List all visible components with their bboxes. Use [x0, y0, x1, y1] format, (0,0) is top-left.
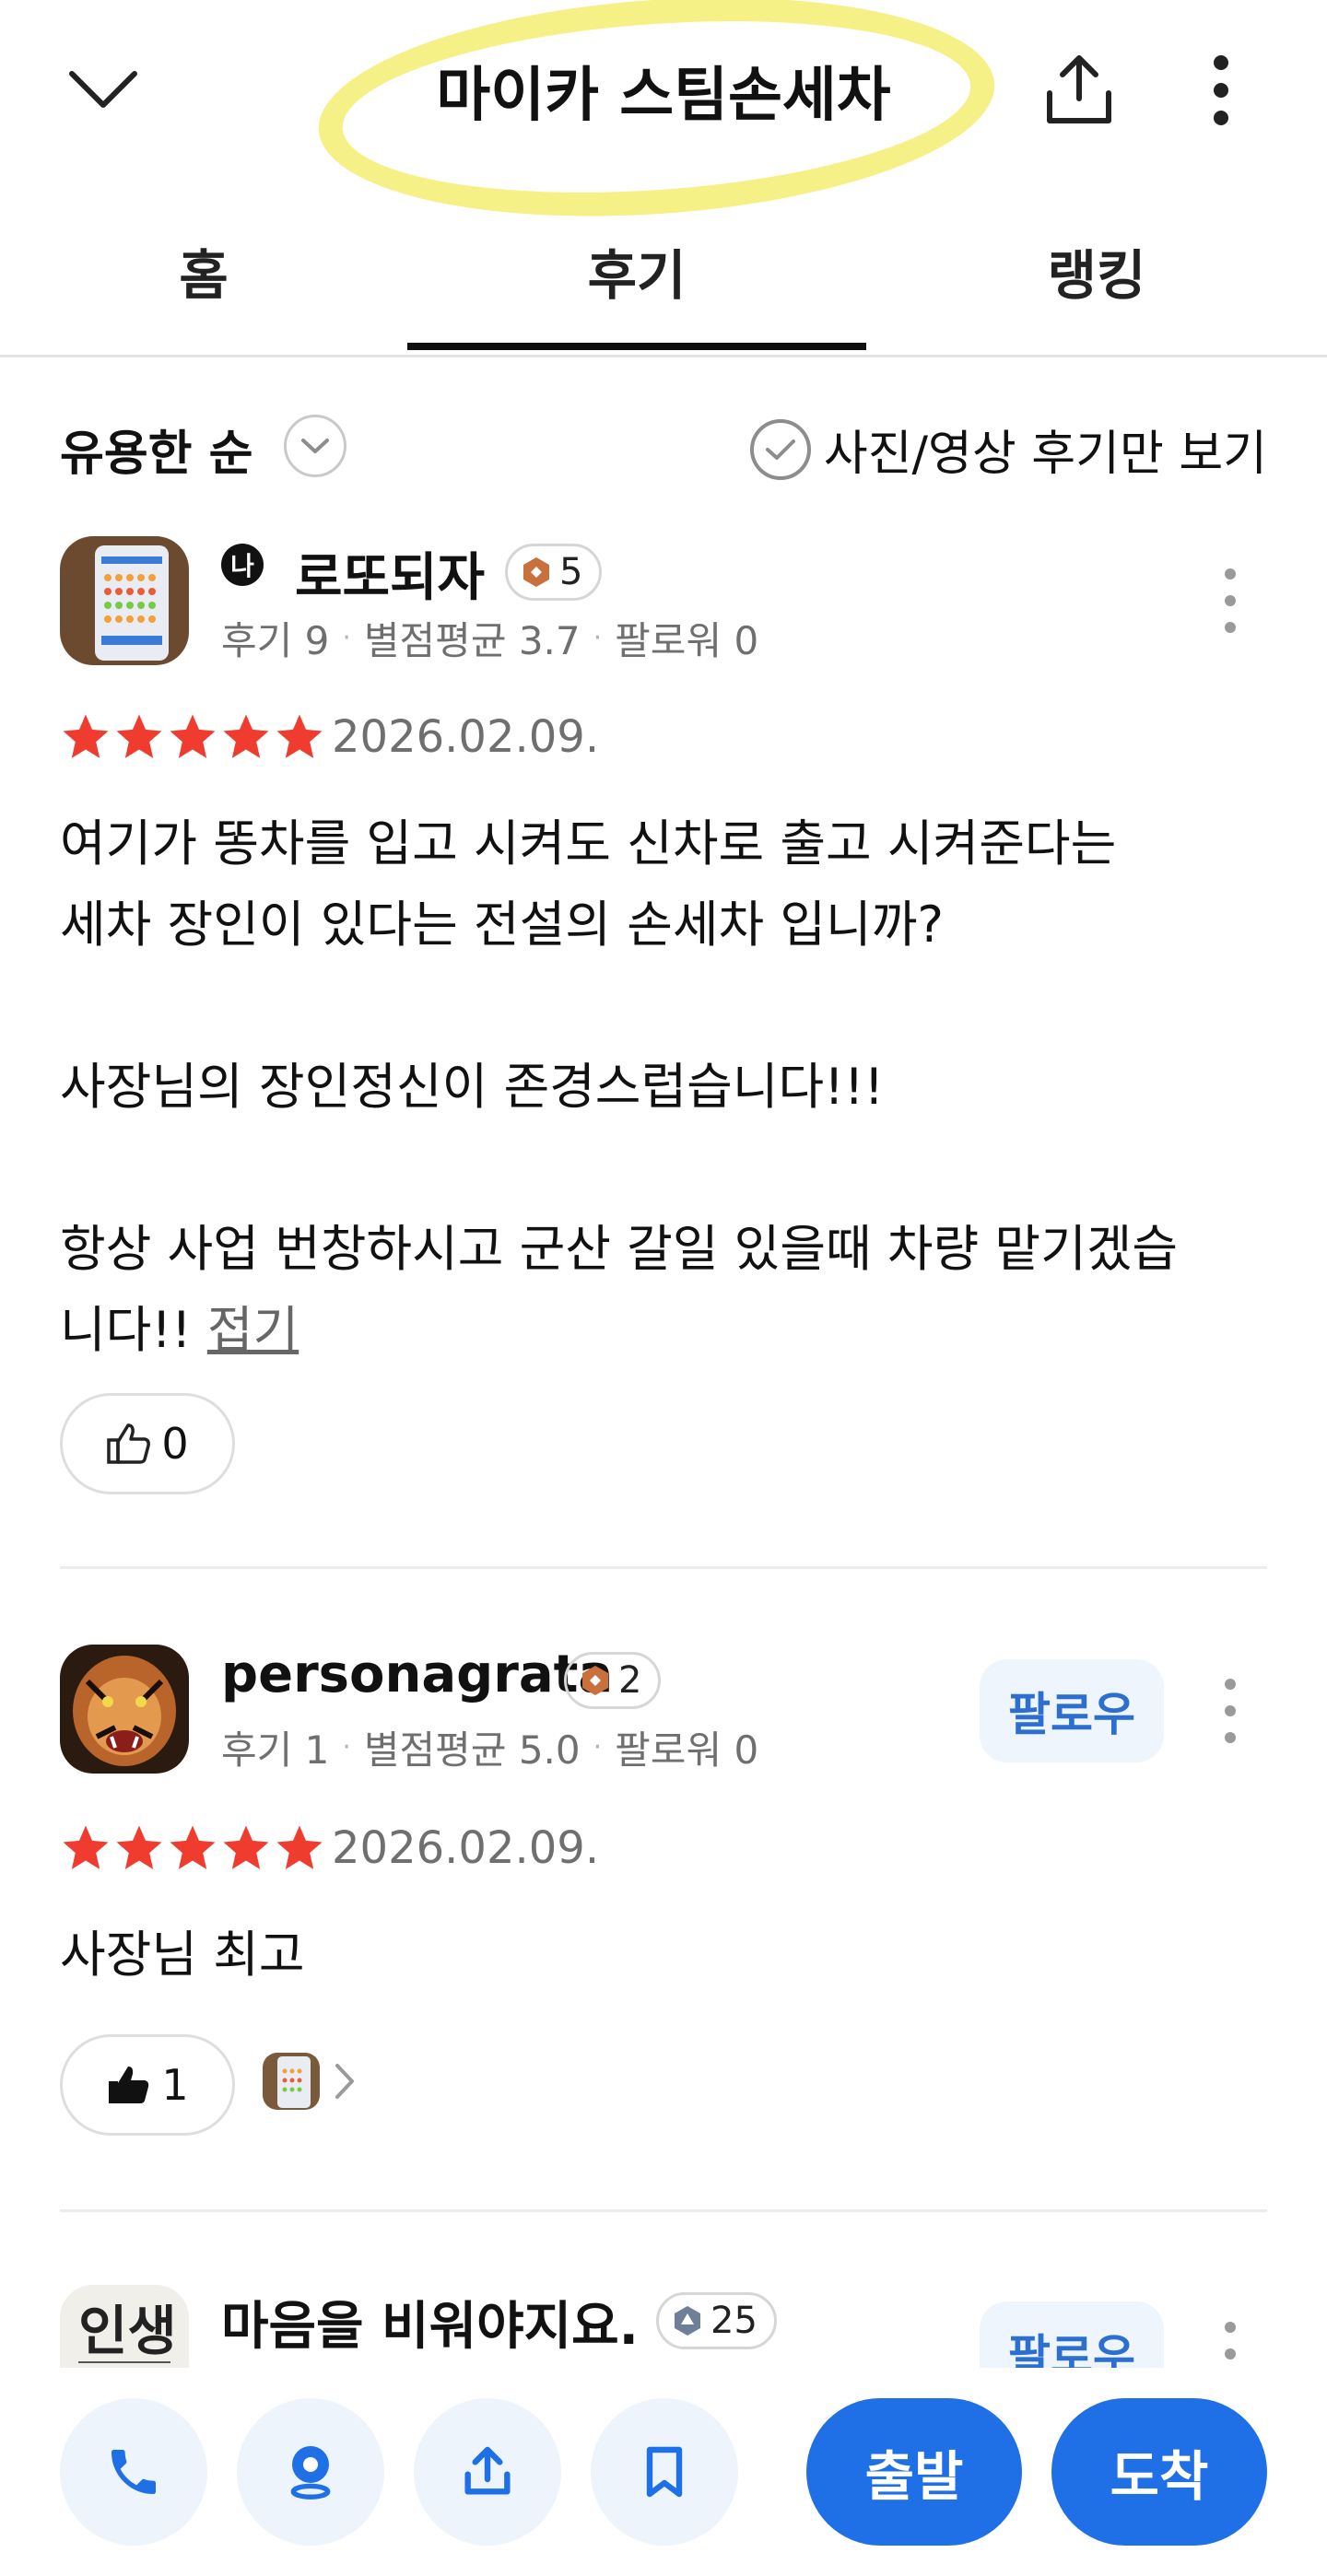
depart-button[interactable]: 출발	[806, 2398, 1022, 2546]
follow-button[interactable]: 팔로우	[980, 2301, 1164, 2368]
review-count: 후기 1	[221, 1727, 330, 1773]
review-text: 사장님 최고	[60, 1926, 305, 1984]
like-button[interactable]: 0	[60, 1393, 235, 1494]
reviewer-name[interactable]: 로또되자	[295, 536, 485, 611]
follow-button[interactable]: 팔로우	[980, 1659, 1164, 1762]
star-icon	[170, 1825, 216, 1869]
tab-ranking[interactable]: 랭킹	[866, 212, 1327, 355]
thumbs-up-outline-icon	[107, 1423, 151, 1464]
level-badge: 2	[564, 1652, 662, 1709]
review-date: 2026.02.09.	[332, 1822, 600, 1874]
star-icon	[116, 1825, 162, 1869]
hexagon-level-icon	[523, 557, 549, 587]
star-icon	[63, 714, 109, 758]
reviewer-name[interactable]: personagrata	[221, 1645, 613, 1704]
follower-count: 팔로워 0	[615, 1727, 759, 1773]
star-icon	[223, 714, 269, 758]
svg-text:인생: 인생	[78, 2300, 177, 2362]
rating-average: 별점평균 5.0	[363, 1727, 581, 1773]
sort-dropdown-icon[interactable]	[284, 415, 346, 477]
like-button[interactable]: 1	[60, 2034, 235, 2136]
page-title: 마이카 스팀손세차	[436, 62, 891, 130]
like-count: 1	[161, 2060, 189, 2110]
review-more-icon[interactable]	[1221, 568, 1239, 633]
rating-average: 별점평균 3.7	[363, 618, 581, 663]
review-more-icon[interactable]	[1221, 2322, 1239, 2368]
review-body: 여기가 똥차를 입고 시켜도 신차로 출고 시켜준다는 세차 장인이 있다는 전…	[60, 814, 1179, 1359]
sort-label[interactable]: 유용한 순	[60, 415, 252, 484]
divider	[60, 2209, 1267, 2212]
star-icon	[63, 1825, 109, 1869]
bookmark-icon	[646, 2446, 683, 2498]
review-more-icon[interactable]	[1221, 1679, 1239, 1743]
reviewer-name[interactable]: 마음을 비워야지요.	[221, 2285, 639, 2359]
more-vertical-icon[interactable]	[1203, 51, 1239, 130]
arrive-button[interactable]: 도착	[1051, 2398, 1267, 2546]
me-icon: 나	[221, 544, 264, 586]
tab-home[interactable]: 홈	[0, 212, 407, 355]
review-partial: 인생 마음을 비워야지요. 25 팔로우	[0, 2276, 1327, 2368]
check-circle-icon[interactable]	[749, 418, 811, 480]
photo-filter-toggle[interactable]: 사진/영상 후기만 보기	[749, 415, 1267, 484]
header: 마이카 스팀손세차	[0, 0, 1327, 238]
active-tab-indicator	[407, 343, 866, 350]
review-date: 2026.02.09.	[332, 711, 600, 763]
roadview-icon	[290, 2446, 331, 2500]
hexagon-level-icon	[675, 2306, 700, 2336]
bookmark-button[interactable]	[591, 2398, 738, 2546]
share-button[interactable]	[414, 2398, 561, 2546]
star-rating	[60, 711, 325, 763]
reviewer-meta: 후기 1 · 별점평균 5.0 · 팔로워 0	[221, 1719, 758, 1775]
star-icon	[223, 1825, 269, 1869]
star-icon	[276, 714, 323, 758]
badge-level: 5	[559, 551, 583, 593]
phone-button[interactable]	[60, 2398, 207, 2546]
reviewer-meta: 후기 9 · 별점평균 3.7 · 팔로워 0	[221, 610, 758, 666]
phone-icon	[112, 2450, 156, 2494]
star-rating	[60, 1822, 325, 1874]
share-icon[interactable]	[1039, 48, 1119, 131]
avatar[interactable]	[60, 536, 189, 665]
tab-bar: 홈 후기 랭킹	[0, 212, 1327, 357]
hexagon-level-icon	[582, 1666, 608, 1695]
level-badge: 5	[505, 544, 603, 601]
follower-count: 팔로워 0	[615, 618, 759, 663]
like-count: 0	[161, 1419, 189, 1469]
chevron-right-icon[interactable]	[334, 2062, 356, 2104]
fold-link[interactable]: 접기	[207, 1301, 299, 1359]
star-icon	[116, 714, 162, 758]
divider	[60, 1566, 1267, 1569]
photo-filter-label: 사진/영상 후기만 보기	[823, 427, 1267, 482]
level-badge: 25	[656, 2292, 777, 2349]
avatar[interactable]	[60, 1645, 189, 1774]
tab-reviews[interactable]: 후기	[407, 212, 866, 355]
badge-level: 2	[618, 1659, 642, 1702]
star-icon	[276, 1825, 323, 1869]
reviewer-photo-thumbnail[interactable]	[263, 2053, 320, 2110]
avatar[interactable]: 인생	[60, 2285, 189, 2368]
thumbs-up-filled-icon	[109, 2067, 149, 2103]
share-icon	[464, 2446, 511, 2495]
review-text: 여기가 똥차를 입고 시켜도 신차로 출고 시켜준다는 세차 장인이 있다는 전…	[60, 803, 1276, 1371]
roadview-button[interactable]	[237, 2398, 384, 2546]
review-count: 후기 9	[221, 618, 330, 663]
star-icon	[170, 714, 216, 758]
badge-level: 25	[710, 2300, 757, 2342]
